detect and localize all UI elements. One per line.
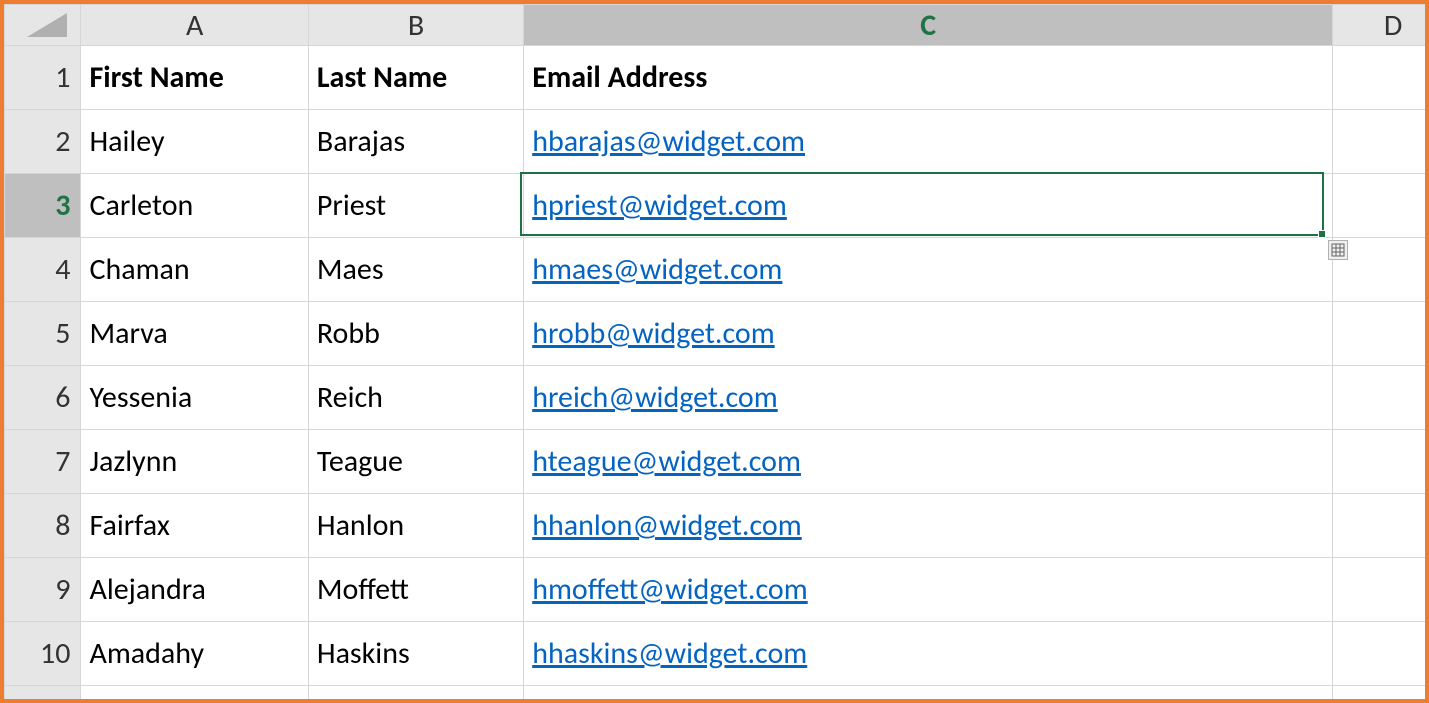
table-row: 1First NameLast NameEmail Address <box>5 46 1429 110</box>
row-header-9[interactable]: 9 <box>5 558 81 622</box>
cell-A10[interactable]: Amadahy <box>81 622 308 686</box>
cell-B11[interactable]: Locke <box>308 686 523 703</box>
cell-A8[interactable]: Fairfax <box>81 494 308 558</box>
cell-D8[interactable] <box>1333 494 1429 558</box>
cell-C7[interactable]: hteague@widget.com <box>524 430 1333 494</box>
cell-B8[interactable]: Hanlon <box>308 494 523 558</box>
email-link[interactable]: hmoffett@widget.com <box>532 571 808 608</box>
cell-D2[interactable] <box>1333 110 1429 174</box>
table-row: 7JazlynnTeaguehteague@widget.com <box>5 430 1429 494</box>
cell-D5[interactable] <box>1333 302 1429 366</box>
cell-C5[interactable]: hrobb@widget.com <box>524 302 1333 366</box>
table-row: 2HaileyBarajashbarajas@widget.com <box>5 110 1429 174</box>
cell-D9[interactable] <box>1333 558 1429 622</box>
cell-D1[interactable] <box>1333 46 1429 110</box>
table-row: 4ChamanMaeshmaes@widget.com <box>5 238 1429 302</box>
cell-A2[interactable]: Hailey <box>81 110 308 174</box>
email-link[interactable]: hteague@widget.com <box>532 443 801 480</box>
table-row: 9AlejandraMoffetthmoffett@widget.com <box>5 558 1429 622</box>
cell-A7[interactable]: Jazlynn <box>81 430 308 494</box>
row-header-6[interactable]: 6 <box>5 366 81 430</box>
email-link[interactable]: hlocke@widget.com <box>532 699 780 703</box>
row-header-8[interactable]: 8 <box>5 494 81 558</box>
email-link[interactable]: hpriest@widget.com <box>532 187 787 224</box>
cell-D11[interactable] <box>1333 686 1429 703</box>
row-header-10[interactable]: 10 <box>5 622 81 686</box>
row-header-7[interactable]: 7 <box>5 430 81 494</box>
cell-B9[interactable]: Moffett <box>308 558 523 622</box>
cell-A3[interactable]: Carleton <box>81 174 308 238</box>
column-header-A[interactable]: A <box>81 5 308 46</box>
cell-D7[interactable] <box>1333 430 1429 494</box>
cell-D3[interactable] <box>1333 174 1429 238</box>
email-link[interactable]: hmaes@widget.com <box>532 251 782 288</box>
cell-D10[interactable] <box>1333 622 1429 686</box>
cell-B6[interactable]: Reich <box>308 366 523 430</box>
row-header-3[interactable]: 3 <box>5 174 81 238</box>
column-header-B[interactable]: B <box>308 5 523 46</box>
autofill-options-icon[interactable] <box>1328 240 1348 260</box>
spreadsheet-frame: A B C D 1First NameLast NameEmail Addres… <box>0 0 1429 703</box>
cell-B4[interactable]: Maes <box>308 238 523 302</box>
cell-B7[interactable]: Teague <box>308 430 523 494</box>
cell-C11[interactable]: hlocke@widget.com <box>524 686 1333 703</box>
row-header-11[interactable]: 11 <box>5 686 81 703</box>
cell-A5[interactable]: Marva <box>81 302 308 366</box>
table-row: 3CarletonPriesthpriest@widget.com <box>5 174 1429 238</box>
table-row: 11NaliniLocke hlocke@widget.com <box>5 686 1429 703</box>
row-header-2[interactable]: 2 <box>5 110 81 174</box>
row-header-5[interactable]: 5 <box>5 302 81 366</box>
cell-C2[interactable]: hbarajas@widget.com <box>524 110 1333 174</box>
table-row: 10AmadahyHaskinshhaskins@widget.com <box>5 622 1429 686</box>
cell-A11[interactable]: Nalini <box>81 686 308 703</box>
column-header-D[interactable]: D <box>1333 5 1429 46</box>
cell-C1[interactable]: Email Address <box>524 46 1333 110</box>
cell-C9[interactable]: hmoffett@widget.com <box>524 558 1333 622</box>
cell-D6[interactable] <box>1333 366 1429 430</box>
row-header-1[interactable]: 1 <box>5 46 81 110</box>
email-link[interactable]: hhanlon@widget.com <box>532 507 802 544</box>
cell-C10[interactable]: hhaskins@widget.com <box>524 622 1333 686</box>
cell-A6[interactable]: Yessenia <box>81 366 308 430</box>
spreadsheet-grid: A B C D 1First NameLast NameEmail Addres… <box>4 4 1429 703</box>
cell-A4[interactable]: Chaman <box>81 238 308 302</box>
select-all-corner[interactable] <box>5 5 81 46</box>
column-header-C[interactable]: C <box>524 5 1333 46</box>
table-row: 6YesseniaReichhreich@widget.com <box>5 366 1429 430</box>
email-link[interactable]: hhaskins@widget.com <box>532 635 807 672</box>
cell-A9[interactable]: Alejandra <box>81 558 308 622</box>
cell-B3[interactable]: Priest <box>308 174 523 238</box>
cell-C6[interactable]: hreich@widget.com <box>524 366 1333 430</box>
table-row: 5MarvaRobbhrobb@widget.com <box>5 302 1429 366</box>
cell-C8[interactable]: hhanlon@widget.com <box>524 494 1333 558</box>
cell-C4[interactable]: hmaes@widget.com <box>524 238 1333 302</box>
cell-B2[interactable]: Barajas <box>308 110 523 174</box>
cell-C3[interactable]: hpriest@widget.com <box>524 174 1333 238</box>
email-link[interactable]: hreich@widget.com <box>532 379 777 416</box>
email-link[interactable]: hbarajas@widget.com <box>532 123 805 160</box>
cell-B5[interactable]: Robb <box>308 302 523 366</box>
table-row: 8FairfaxHanlonhhanlon@widget.com <box>5 494 1429 558</box>
column-header-row: A B C D <box>5 5 1429 46</box>
row-header-4[interactable]: 4 <box>5 238 81 302</box>
email-link[interactable]: hrobb@widget.com <box>532 315 774 352</box>
cell-B10[interactable]: Haskins <box>308 622 523 686</box>
cell-A1[interactable]: First Name <box>81 46 308 110</box>
cell-B1[interactable]: Last Name <box>308 46 523 110</box>
